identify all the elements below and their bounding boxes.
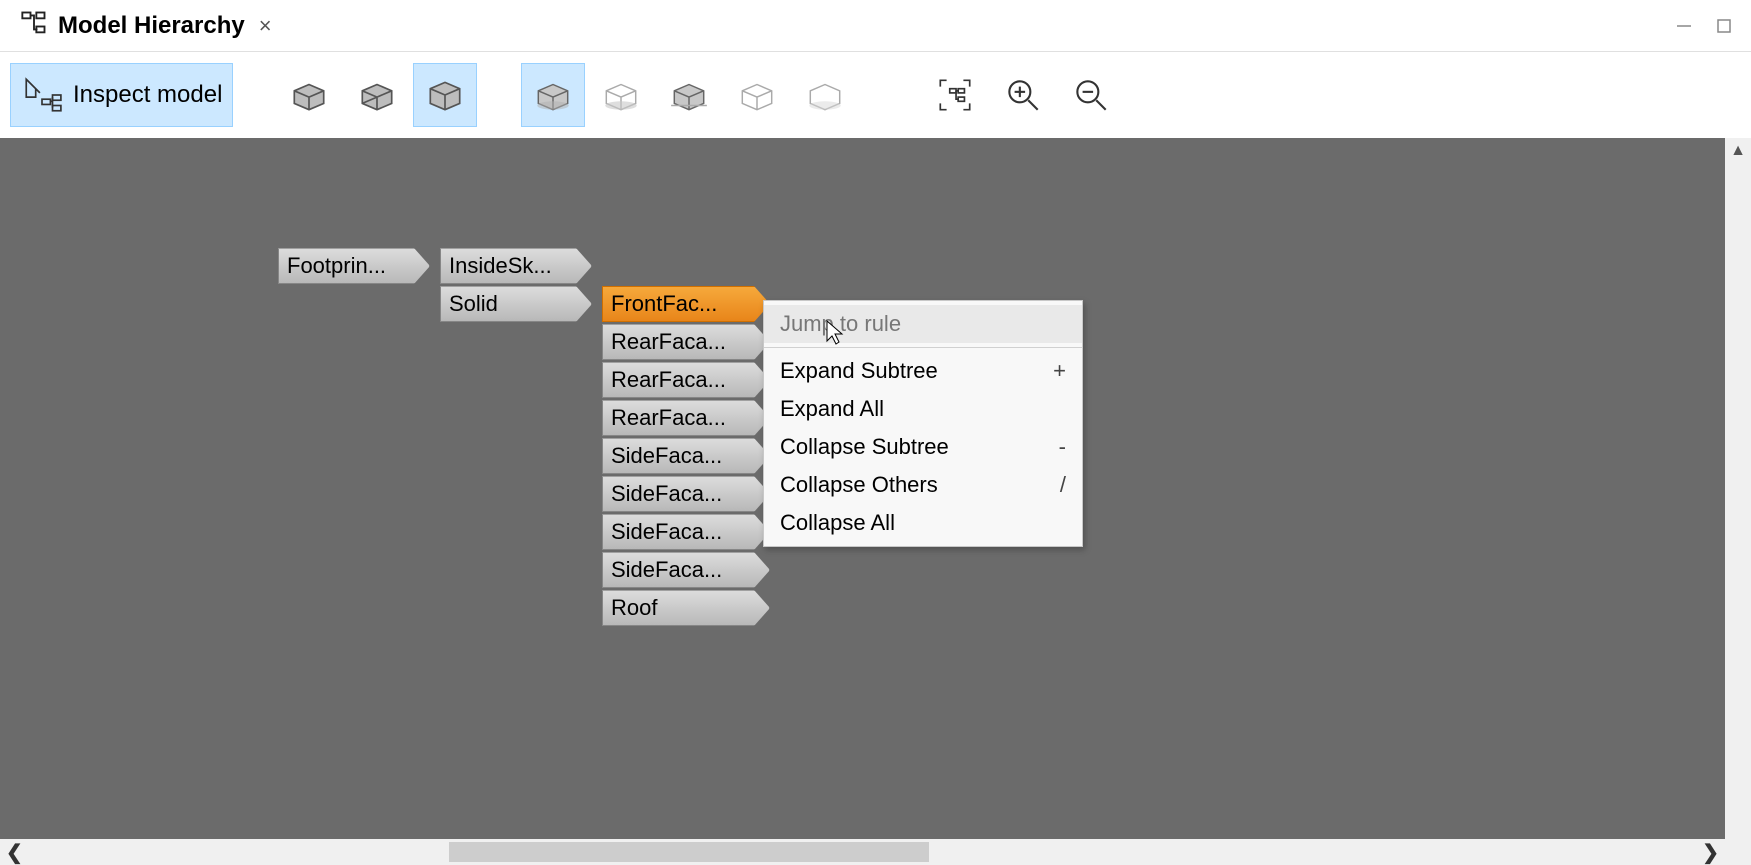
horizontal-scrollbar[interactable]: ❮ ❯ (0, 839, 1725, 865)
view-mode-1-button[interactable] (277, 63, 341, 127)
hierarchy-canvas[interactable]: Footprin...InsideSk...SolidFrontFac...Re… (0, 138, 1725, 839)
zoom-out-button[interactable] (1059, 63, 1123, 127)
hierarchy-node[interactable]: SideFaca... (602, 552, 770, 588)
context-menu-item[interactable]: Collapse Others / (764, 466, 1082, 504)
display-mode-2-button[interactable] (589, 63, 653, 127)
zoom-group (923, 63, 1123, 127)
scroll-up-icon[interactable]: ▲ (1730, 138, 1746, 164)
fit-view-button[interactable] (923, 63, 987, 127)
inspect-model-label: Inspect model (73, 81, 222, 109)
context-menu-separator (764, 347, 1082, 348)
zoom-in-button[interactable] (991, 63, 1055, 127)
scroll-right-icon[interactable]: ❯ (1696, 840, 1725, 865)
minimize-button[interactable] (1675, 17, 1693, 35)
hierarchy-node[interactable]: RearFaca... (602, 324, 770, 360)
scrollbar-corner (1725, 839, 1751, 865)
hierarchy-icon (20, 9, 48, 43)
hierarchy-node[interactable]: RearFaca... (602, 362, 770, 398)
context-menu-item[interactable]: Jump to rule (764, 305, 1082, 343)
scroll-left-icon[interactable]: ❮ (0, 840, 29, 865)
hierarchy-node[interactable]: Footprin... (278, 248, 430, 284)
context-menu-item[interactable]: Collapse Subtree - (764, 428, 1082, 466)
view-mode-group (277, 63, 477, 127)
context-menu-label: Jump to rule (780, 311, 901, 337)
toolbar: Inspect model (0, 52, 1751, 138)
hierarchy-node[interactable]: RearFaca... (602, 400, 770, 436)
hierarchy-node[interactable]: SideFaca... (602, 438, 770, 474)
hierarchy-node[interactable]: Solid (440, 286, 592, 322)
context-menu-item[interactable]: Collapse All (764, 504, 1082, 542)
hierarchy-node[interactable]: SideFaca... (602, 476, 770, 512)
context-menu-label: Expand Subtree (780, 358, 938, 384)
context-menu-shortcut: + (1053, 358, 1066, 384)
display-mode-1-button[interactable] (521, 63, 585, 127)
hierarchy-node[interactable]: FrontFac... (602, 286, 770, 322)
context-menu-label: Collapse Others (780, 472, 938, 498)
scrollbar-thumb[interactable] (449, 842, 929, 862)
hierarchy-node[interactable]: InsideSk... (440, 248, 592, 284)
hierarchy-node[interactable]: Roof (602, 590, 770, 626)
context-menu-shortcut: - (1059, 434, 1066, 460)
titlebar: Model Hierarchy × (0, 0, 1751, 52)
context-menu-label: Expand All (780, 396, 884, 422)
close-icon[interactable]: × (259, 13, 272, 39)
context-menu-item[interactable]: Expand Subtree + (764, 352, 1082, 390)
display-mode-4-button[interactable] (725, 63, 789, 127)
view-mode-3-button[interactable] (413, 63, 477, 127)
maximize-button[interactable] (1715, 17, 1733, 35)
canvas-area: Footprin...InsideSk...SolidFrontFac...Re… (0, 138, 1751, 865)
context-menu-shortcut: / (1060, 472, 1066, 498)
view-mode-2-button[interactable] (345, 63, 409, 127)
hierarchy-node[interactable]: SideFaca... (602, 514, 770, 550)
display-mode-group (521, 63, 857, 127)
context-menu-label: Collapse All (780, 510, 895, 536)
inspect-model-button[interactable]: Inspect model (10, 63, 233, 127)
vertical-scrollbar[interactable]: ▲ (1725, 138, 1751, 839)
display-mode-3-button[interactable] (657, 63, 721, 127)
panel-tab[interactable]: Model Hierarchy × (8, 3, 284, 49)
context-menu-item[interactable]: Expand All (764, 390, 1082, 428)
context-menu: Jump to rule Expand Subtree + Expand All Col… (763, 300, 1083, 547)
panel-title: Model Hierarchy (58, 12, 245, 40)
scrollbar-track[interactable] (29, 839, 1696, 865)
context-menu-label: Collapse Subtree (780, 434, 949, 460)
window-controls (1675, 17, 1743, 35)
display-mode-5-button[interactable] (793, 63, 857, 127)
